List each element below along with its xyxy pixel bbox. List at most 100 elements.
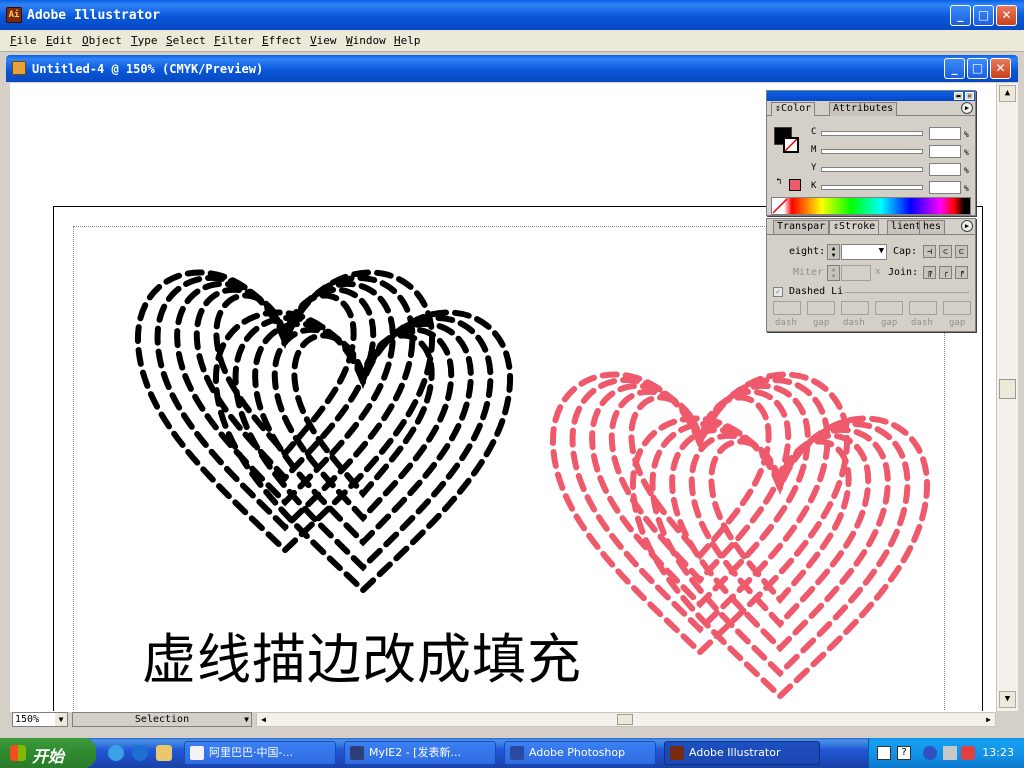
color-palette-header[interactable]: ▬ ✕ [767,91,975,101]
menu-object[interactable]: Object [82,34,122,47]
bevel-join-button[interactable]: ╒ [955,266,968,279]
gap-input-1[interactable] [807,301,835,315]
task-myie2[interactable]: MyIE2 - [发表新... [344,741,496,765]
weight-stepper[interactable]: ▲ ▼ [827,244,840,260]
help-icon[interactable]: ? [897,746,911,760]
vertical-scroll-thumb[interactable] [999,379,1016,399]
tray-clock: 13:23 [982,746,1014,759]
color-spectrum-bar[interactable] [771,197,971,215]
artwork-caption-text[interactable]: 虚线描边改成填充 [142,615,582,694]
tab-stroke[interactable]: ⇕Stroke [829,220,880,234]
horizontal-scroll-thumb[interactable] [617,714,633,725]
tab-attributes[interactable]: Attributes [829,102,898,116]
channel-c-label: C [811,127,817,137]
vertical-scrollbar[interactable]: ▲ ▼ [996,83,1018,711]
task-photoshop[interactable]: Adobe Photoshop [504,741,656,765]
miter-stepper[interactable]: ▲ ▼ [827,265,840,281]
round-join-button[interactable]: ╭ [939,266,952,279]
channel-c-input[interactable] [929,127,961,140]
dashed-heart-outline[interactable] [669,426,891,653]
media-player-icon[interactable] [108,745,124,761]
scroll-down-arrow-icon[interactable]: ▼ [999,691,1016,708]
tab-swatches[interactable]: hes [919,220,946,234]
show-desktop-icon[interactable] [156,745,172,761]
doc-minimize-button[interactable]: _ [944,58,965,79]
channel-c-slider[interactable] [821,131,923,136]
miter-input[interactable] [841,265,871,281]
tab-color[interactable]: ⇕Color [771,102,816,116]
dashed-line-checkbox[interactable]: ✓ [773,287,783,297]
task-alibaba[interactable]: 阿里巴巴·中国-... [184,741,336,765]
palette-minimize-icon[interactable]: ▬ [954,92,963,100]
illustrator-app-icon[interactable]: Ai [6,7,22,23]
menu-help[interactable]: Help [394,34,421,47]
status-tool-label: Selection [134,714,190,725]
projecting-cap-button[interactable]: ⊏ [955,245,968,258]
dashed-heart-outline[interactable] [589,382,811,609]
doc-close-button[interactable]: ✕ [990,58,1011,79]
maximize-button[interactable]: □ [973,5,994,26]
gap-input-2[interactable] [875,301,903,315]
weight-input[interactable]: ▼ [841,244,887,260]
dash-input-2[interactable] [841,301,869,315]
menu-window[interactable]: Window [346,34,386,47]
dashed-heart-outline[interactable] [252,320,474,547]
keyboard-icon[interactable] [877,746,891,760]
menu-effect[interactable]: Effect [262,34,302,47]
dash-input-3[interactable] [909,301,937,315]
channel-y-slider[interactable] [821,167,923,172]
pink-dashed-hearts[interactable] [549,371,931,701]
color-palette[interactable]: ▬ ✕ ⇕Color Attributes ▶ ↰ C % M % Y % K … [766,90,976,216]
miter-join-button[interactable]: ╔ [923,266,936,279]
menu-view[interactable]: View [310,34,337,47]
start-button[interactable]: 开始 [0,738,96,768]
internet-explorer-icon[interactable] [132,745,148,761]
dash-input-1[interactable] [773,301,801,315]
divider [845,292,969,293]
round-cap-button[interactable]: ⊂ [939,245,952,258]
scroll-left-arrow-icon[interactable]: ◀ [257,713,270,726]
dashed-line-label: Dashed Li [789,286,844,297]
palette-menu-arrow-icon[interactable]: ▶ [961,102,973,114]
menu-file[interactable]: File [10,34,37,47]
task-illustrator[interactable]: Adobe Illustrator [664,741,820,765]
dash-label-1: dash [775,318,797,328]
gap-input-3[interactable] [943,301,971,315]
minimize-button[interactable]: _ [950,5,971,26]
zoom-level-field[interactable]: 150% ▼ [12,712,68,727]
palette-close-icon[interactable]: ✕ [965,92,974,100]
black-dashed-hearts[interactable] [134,269,514,595]
zoom-dropdown-icon[interactable]: ▼ [55,713,67,726]
task-label: 阿里巴巴·中国-... [209,746,293,759]
scroll-up-arrow-icon[interactable]: ▲ [999,85,1016,102]
stroke-palette-menu-arrow-icon[interactable]: ▶ [961,220,973,232]
channel-m-slider[interactable] [821,149,923,154]
cap-label: Cap: [893,246,918,257]
horizontal-scrollbar[interactable]: ◀ ▶ [256,712,996,727]
status-tool-selector[interactable]: Selection ▼ [72,712,252,727]
none-color-icon[interactable] [772,198,788,214]
dash-label-3: dash [911,318,933,328]
document-title: Untitled-4 @ 150% (CMYK/Preview) [32,62,264,76]
close-button[interactable]: ✕ [996,5,1017,26]
scroll-right-arrow-icon[interactable]: ▶ [982,713,995,726]
miter-label: Miter [793,267,824,278]
channel-k-slider[interactable] [821,185,923,190]
gap-label-3: gap [949,318,966,328]
menu-select[interactable]: Select [166,34,206,47]
status-dropdown-icon[interactable]: ▼ [244,713,249,726]
stroke-palette[interactable]: Transpar ⇕Stroke lient hes ▶ eight: ▲ ▼ ▼… [766,218,976,332]
security-alert-icon[interactable] [961,746,975,760]
menu-type[interactable]: Type [131,34,158,47]
menu-edit[interactable]: Edit [46,34,73,47]
channel-m-input[interactable] [929,145,961,158]
channel-k-input[interactable] [929,181,961,194]
butt-cap-button[interactable]: ⊣ [923,245,936,258]
collapse-tray-icon[interactable] [923,746,937,760]
tab-transparency[interactable]: Transpar [773,220,830,234]
channel-y-input[interactable] [929,163,961,176]
doc-maximize-button[interactable]: □ [967,58,988,79]
menu-filter[interactable]: Filter [214,34,254,47]
weight-dropdown-icon[interactable]: ▼ [879,246,884,256]
volume-icon[interactable] [943,746,957,760]
